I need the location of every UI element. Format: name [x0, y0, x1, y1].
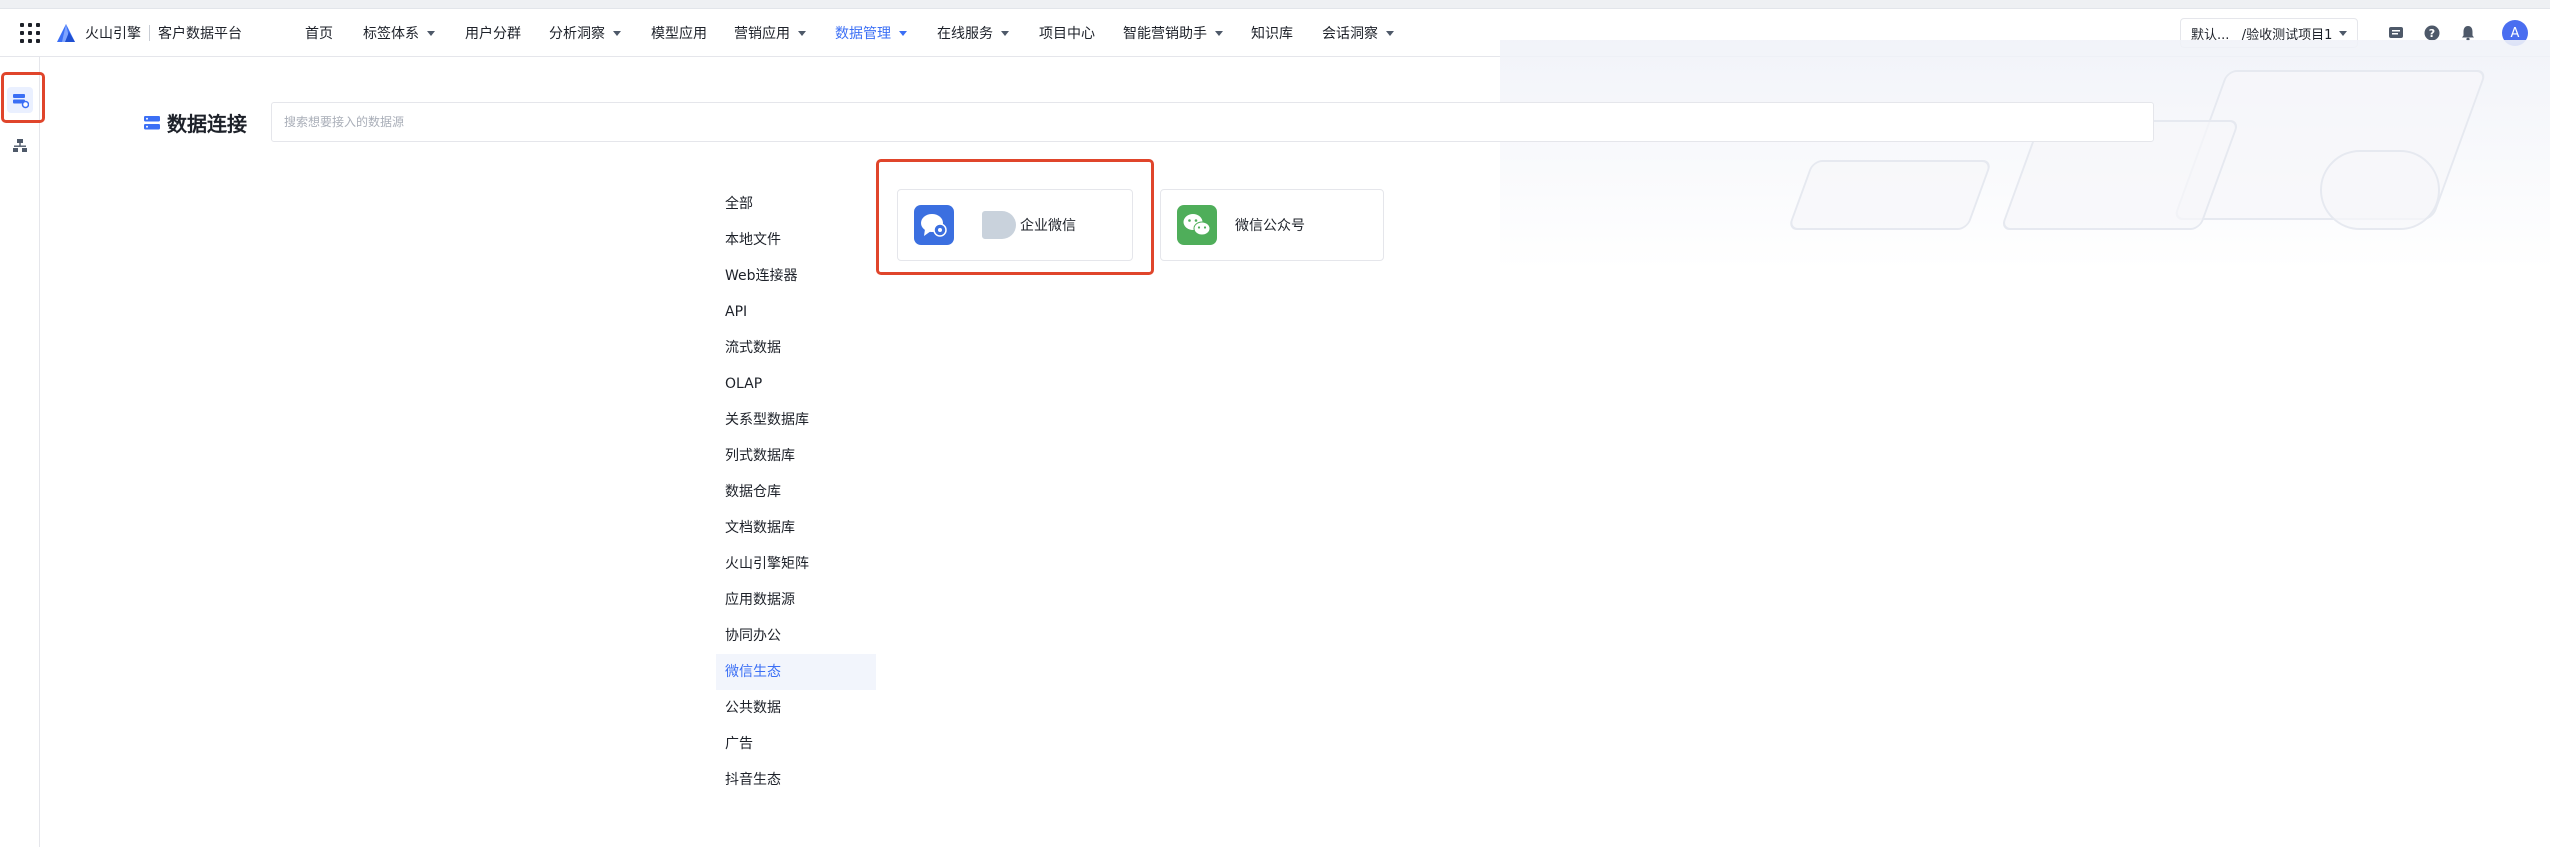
category-public-data[interactable]: 公共数据 — [716, 690, 876, 726]
message-icon[interactable] — [2387, 24, 2405, 42]
app-grid-icon[interactable] — [20, 23, 40, 43]
chevron-down-icon — [798, 30, 806, 36]
data-connection-icon — [144, 115, 160, 129]
wechat-icon — [1177, 205, 1217, 245]
chevron-down-icon — [2339, 30, 2347, 36]
brand-name: 火山引擎 — [85, 26, 141, 42]
nav-label: 数据管理 — [835, 26, 891, 42]
source-card-wechat-official-account[interactable]: 微信公众号 — [1160, 189, 1384, 261]
category-ads[interactable]: 广告 — [716, 726, 876, 762]
data-source-icon — [13, 94, 29, 109]
category-local-file[interactable]: 本地文件 — [716, 222, 876, 258]
nav-label: 知识库 — [1251, 26, 1293, 42]
nav-label: 项目中心 — [1039, 26, 1095, 42]
category-api[interactable]: API — [716, 294, 876, 330]
category-volcano-matrix[interactable]: 火山引擎矩阵 — [716, 546, 876, 582]
nav-item-online-services[interactable]: 在线服务 — [937, 9, 1039, 57]
search-input[interactable] — [271, 102, 2154, 142]
page-title: 数据连接 — [143, 108, 247, 137]
brand-divider — [149, 25, 150, 41]
wecom-icon — [914, 205, 954, 245]
chevron-down-icon — [427, 30, 435, 36]
category-douyin-ecosystem[interactable]: 抖音生态 — [716, 762, 876, 798]
project-selector-value: 默认... /验收测试项目1 — [2191, 27, 2333, 43]
nav-item-user-segments[interactable]: 用户分群 — [465, 9, 549, 57]
category-relational-db[interactable]: 关系型数据库 — [716, 402, 876, 438]
chevron-down-icon — [613, 30, 621, 36]
category-document-db[interactable]: 文档数据库 — [716, 510, 876, 546]
nav-item-project-center[interactable]: 项目中心 — [1039, 9, 1123, 57]
volcano-logo-icon — [57, 24, 75, 42]
nav-item-conversation-insights[interactable]: 会话洞察 — [1322, 9, 1422, 57]
category-all[interactable]: 全部 — [716, 186, 876, 222]
page-title-text: 数据连接 — [167, 112, 247, 136]
org-tree-icon — [13, 139, 27, 152]
nav-item-data-management[interactable]: 数据管理 — [835, 9, 937, 57]
nav-label: 标签体系 — [363, 26, 419, 42]
category-data-warehouse[interactable]: 数据仓库 — [716, 474, 876, 510]
card-label: 企业微信 — [1020, 218, 1076, 234]
nav-item-model-apps[interactable]: 模型应用 — [651, 9, 734, 57]
nav-item-smart-marketing-assistant[interactable]: 智能营销助手 — [1123, 9, 1251, 57]
browser-top-strip — [0, 0, 2550, 9]
left-rail — [0, 57, 40, 847]
category-columnar-db[interactable]: 列式数据库 — [716, 438, 876, 474]
nav-label: 用户分群 — [465, 26, 521, 42]
help-icon[interactable]: ? — [2423, 24, 2441, 42]
project-selector[interactable]: 默认... /验收测试项目1 — [2180, 18, 2358, 48]
card-badge — [982, 211, 1016, 239]
chevron-down-icon — [1215, 30, 1223, 36]
avatar[interactable]: A — [2502, 20, 2528, 46]
nav-item-analytics[interactable]: 分析洞察 — [549, 9, 651, 57]
nav-label: 智能营销助手 — [1123, 26, 1207, 42]
nav-label: 会话洞察 — [1322, 26, 1378, 42]
main-nav: 首页 标签体系 用户分群 分析洞察 模型应用 营销应用 数据管理 在线服务 项目… — [305, 9, 1422, 57]
bell-icon[interactable] — [2459, 24, 2477, 42]
category-wechat-ecosystem[interactable]: 微信生态 — [716, 654, 876, 690]
nav-item-marketing-apps[interactable]: 营销应用 — [734, 9, 835, 57]
chevron-down-icon — [1386, 30, 1394, 36]
source-card-wecom[interactable]: 企业微信 — [897, 189, 1133, 261]
brand[interactable]: 火山引擎 客户数据平台 — [56, 21, 242, 45]
rail-item-data-sources[interactable] — [7, 87, 33, 113]
svg-text:?: ? — [2429, 27, 2435, 40]
card-label: 微信公众号 — [1235, 218, 1305, 234]
category-app-data-source[interactable]: 应用数据源 — [716, 582, 876, 618]
nav-item-tag-system[interactable]: 标签体系 — [363, 9, 465, 57]
avatar-initial: A — [2510, 25, 2520, 41]
top-header: 火山引擎 客户数据平台 首页 标签体系 用户分群 分析洞察 模型应用 营销应用 … — [0, 9, 2550, 57]
chevron-down-icon — [1001, 30, 1009, 36]
category-list: 全部 本地文件 Web连接器 API 流式数据 OLAP 关系型数据库 列式数据… — [716, 186, 876, 798]
nav-item-home[interactable]: 首页 — [305, 9, 363, 57]
category-streaming[interactable]: 流式数据 — [716, 330, 876, 366]
category-web-connector[interactable]: Web连接器 — [716, 258, 876, 294]
product-name: 客户数据平台 — [158, 26, 242, 42]
nav-label: 分析洞察 — [549, 26, 605, 42]
nav-label: 模型应用 — [651, 26, 707, 42]
background-decoration — [1500, 40, 2550, 270]
chevron-down-icon — [899, 30, 907, 36]
nav-label: 首页 — [305, 26, 333, 42]
rail-item-org[interactable] — [7, 133, 33, 159]
category-olap[interactable]: OLAP — [716, 366, 876, 402]
nav-item-knowledge-base[interactable]: 知识库 — [1251, 9, 1322, 57]
nav-label: 营销应用 — [734, 26, 790, 42]
category-collaboration[interactable]: 协同办公 — [716, 618, 876, 654]
nav-label: 在线服务 — [937, 26, 993, 42]
